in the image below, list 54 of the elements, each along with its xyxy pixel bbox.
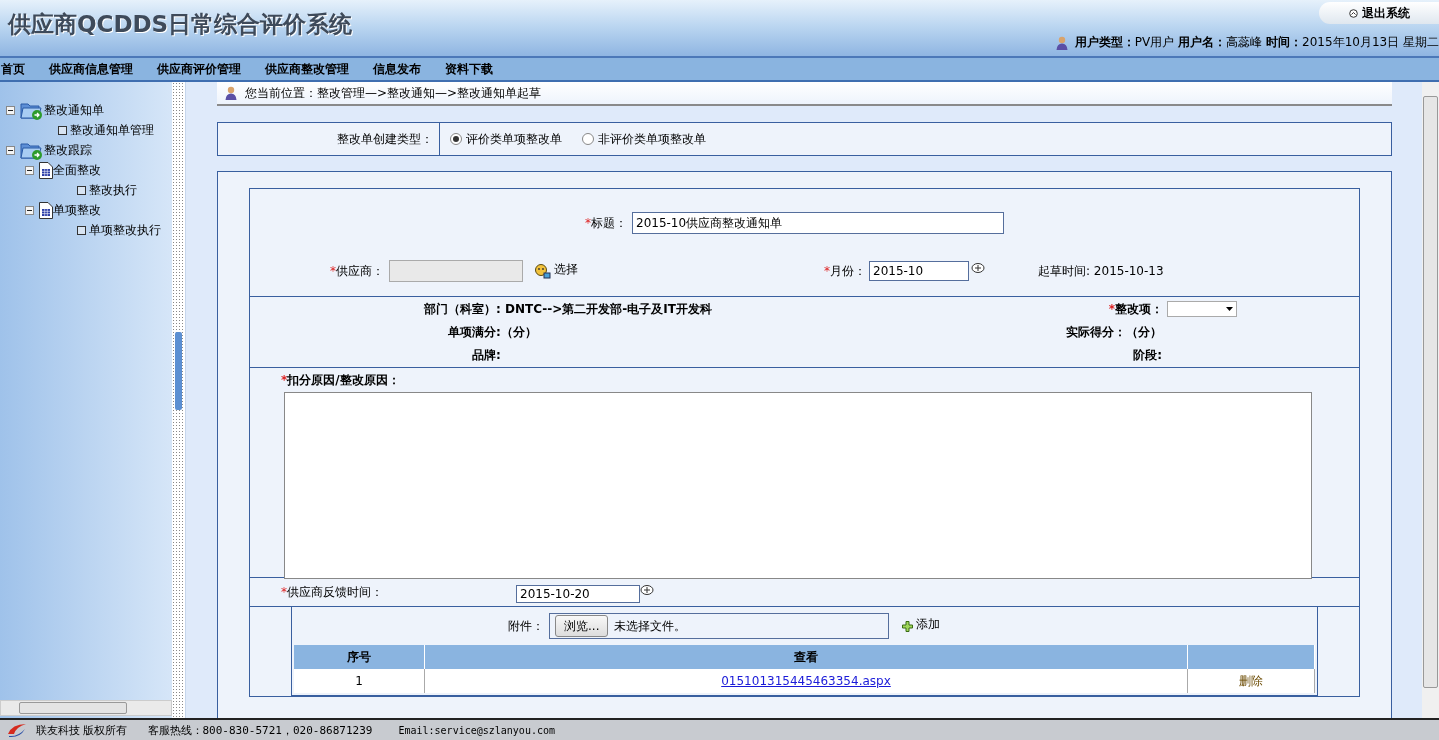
user-info-label: 用户类型： [1074, 34, 1135, 51]
full-score-text: 单项满分:（分） [447, 323, 537, 341]
add-link[interactable]: 添加 [916, 615, 940, 633]
menu-item[interactable]: 资料下载 [445, 60, 493, 78]
tree-item[interactable]: 整改跟踪 [44, 141, 92, 159]
user-info-value: 高蕊峰 [1226, 34, 1263, 51]
tree-item[interactable]: 整改通知单管理 [70, 121, 154, 139]
email-text: Email:service@szlanyou.com [398, 724, 555, 736]
breadcrumb-text: 您当前位置：整改管理—>整改通知—>整改通知单起草 [245, 84, 542, 102]
user-info-label: 用户名： [1178, 34, 1227, 51]
browse-button[interactable]: 浏览... [555, 615, 609, 637]
menu-item[interactable]: 首页 [1, 60, 25, 78]
system-title: 供应商QCDDS日常综合评价系统 [6, 10, 353, 39]
column-header: 查看 [424, 645, 1188, 669]
field-label: *供应商反馈时间： [281, 583, 383, 601]
radio-option[interactable]: 评价类单项整改单 [450, 130, 562, 148]
table-cell: 1 [294, 669, 425, 693]
brand-text: 品牌: [471, 346, 501, 364]
tree-item[interactable]: 单项整改执行 [89, 221, 161, 239]
tree-item[interactable]: 整改执行 [89, 181, 137, 199]
field-label: *扣分原因/整改原因： [281, 372, 401, 389]
user-info-label: 时间： [1266, 34, 1303, 51]
tree-item[interactable]: 全面整改 [53, 161, 101, 179]
actual-score-text: 实际得分：（分） [1066, 323, 1162, 341]
user-info-value: PV用户 [1134, 34, 1175, 51]
column-header: 序号 [294, 645, 425, 669]
copyright-text: 联友科技 版权所有 [36, 722, 128, 738]
feedback-date-input[interactable]: 2015-10-20 [516, 585, 640, 603]
select-link[interactable]: 选择 [554, 260, 578, 278]
file-link[interactable]: 015101315445463354.aspx [721, 674, 891, 688]
file-status: 未选择文件。 [614, 617, 687, 635]
month-input[interactable]: 2015-10 [869, 261, 969, 281]
field-label: *月份： [824, 262, 866, 280]
field-label: *整改项： [1108, 300, 1163, 318]
menu-item[interactable]: 供应商评价管理 [157, 60, 241, 78]
menu-item[interactable]: 供应商信息管理 [49, 60, 133, 78]
hotline-text: 客服热线：800-830-5721，020-86871239 [147, 722, 373, 738]
stage-text: 阶段: [1133, 346, 1162, 364]
department-text: 部门（科室）: DNTC-->第二开发部-电子及IT开发科 [424, 300, 712, 318]
field-label: *标题： [585, 214, 627, 232]
field-label: *供应商： [330, 262, 384, 280]
draft-time: 起草时间: 2015-10-13 [1038, 262, 1164, 280]
field-label: 附件： [507, 617, 545, 635]
menu-item[interactable]: 供应商整改管理 [265, 60, 349, 78]
field-label: 整改单创建类型： [218, 123, 440, 155]
radio-option[interactable]: 非评价类单项整改单 [582, 130, 706, 148]
user-info-value: 2015年10月13日 星期二 [1302, 34, 1439, 51]
menu-item[interactable]: 信息发布 [373, 60, 421, 78]
tree-item[interactable]: 整改通知单 [44, 101, 104, 119]
delete-link[interactable]: 删除 [1239, 673, 1263, 688]
file-picker[interactable]: 浏览... 未选择文件。 [549, 613, 889, 639]
logout-button[interactable]: 退出系统 [1319, 2, 1439, 24]
title-input[interactable]: 2015-10供应商整改通知单 [632, 212, 1004, 234]
tree-item[interactable]: 单项整改 [53, 201, 101, 219]
